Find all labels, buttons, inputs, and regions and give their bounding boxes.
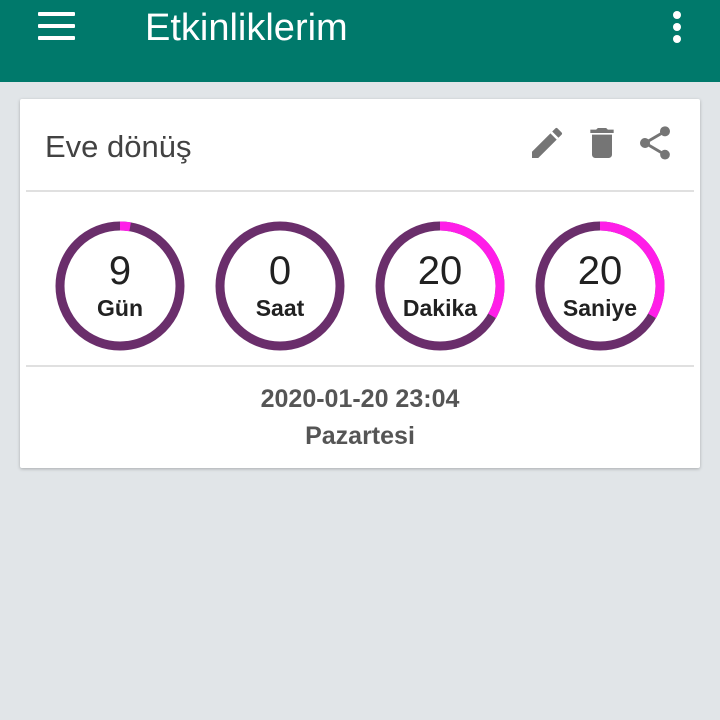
days-label: Gün [97, 295, 143, 321]
days-value: 9 [108, 249, 132, 293]
more-vertical-icon[interactable] [663, 8, 691, 46]
hours-label: Saat [255, 295, 305, 321]
seconds-value: 20 [577, 249, 623, 293]
event-weekday: Pazartesi [305, 422, 415, 450]
card-divider-bottom [26, 365, 694, 367]
hamburger-menu-icon[interactable] [38, 12, 75, 40]
hours-value: 0 [268, 249, 292, 293]
countdown-hours: 0 Saat [213, 219, 347, 353]
pencil-icon[interactable] [527, 123, 567, 163]
event-date: 2020-01-20 23:04 [260, 385, 460, 413]
app-title: Etkinliklerim [145, 7, 348, 49]
event-card[interactable]: Eve dönüş 9 Gün 0 Saat 20 Dakika 20 Sani… [20, 99, 700, 468]
minutes-label: Dakika [402, 295, 478, 321]
seconds-label: Saniye [562, 295, 638, 321]
countdown-minutes: 20 Dakika [373, 219, 507, 353]
share-icon[interactable] [635, 123, 675, 163]
trash-icon[interactable] [582, 123, 622, 163]
minutes-value: 20 [417, 249, 463, 293]
countdown-days: 9 Gün [53, 219, 187, 353]
app-bar: Etkinliklerim [0, 0, 720, 82]
card-divider-top [26, 190, 694, 192]
countdown-seconds: 20 Saniye [533, 219, 667, 353]
event-title: Eve dönüş [45, 129, 192, 164]
